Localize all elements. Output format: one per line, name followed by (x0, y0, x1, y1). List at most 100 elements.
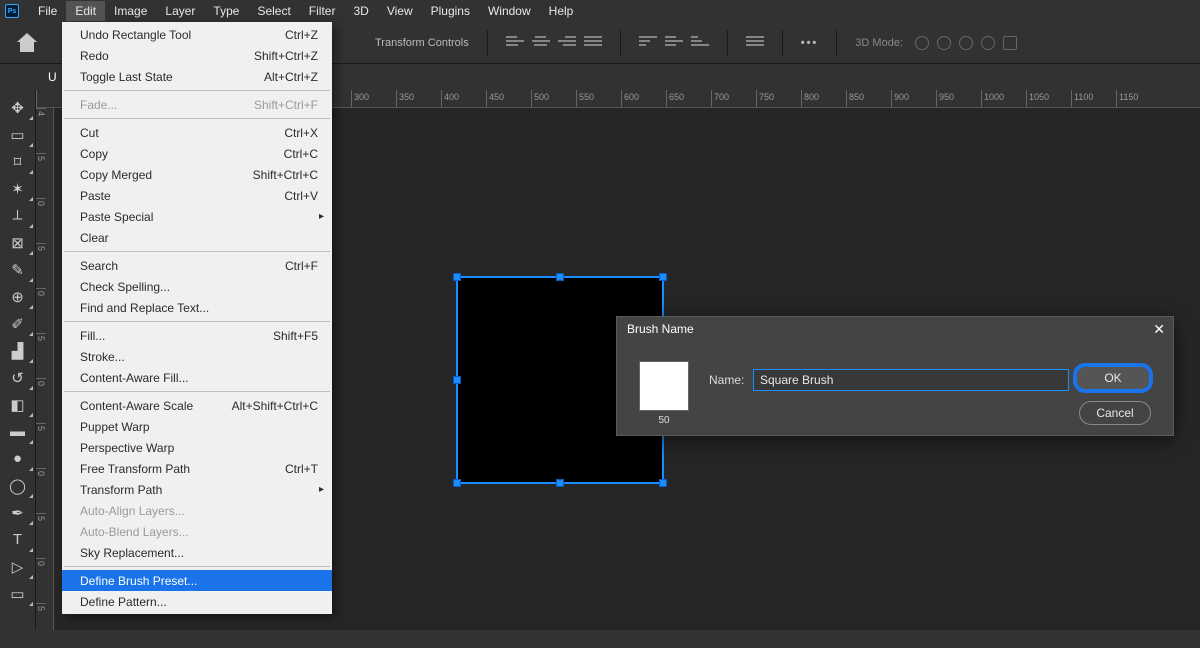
3d-orbit-icon[interactable] (915, 36, 929, 50)
3d-slide-icon[interactable] (981, 36, 995, 50)
menu-type[interactable]: Type (204, 1, 248, 21)
handle-top-middle[interactable] (556, 273, 564, 281)
menu-item-toggle-last-state[interactable]: Toggle Last StateAlt+Ctrl+Z (62, 66, 332, 87)
more-options-icon[interactable]: ••• (801, 37, 819, 49)
menu-item-shortcut: Alt+Shift+Ctrl+C (232, 399, 318, 413)
menu-item-content-aware-scale[interactable]: Content-Aware Scale Alt+Shift+Ctrl+C (62, 395, 332, 416)
rectangle-tool[interactable]: ▭ (2, 580, 34, 607)
menu-item-cut[interactable]: CutCtrl+X (62, 122, 332, 143)
move-tool[interactable]: ✥ (2, 94, 34, 121)
menu-item-auto-blend-layers: Auto-Blend Layers... (62, 521, 332, 542)
pen-tool[interactable]: ✒ (2, 499, 34, 526)
brush-name-input[interactable] (753, 369, 1069, 391)
gradient-tool[interactable]: ▬ (2, 418, 34, 445)
menu-item-paste[interactable]: PasteCtrl+V (62, 185, 332, 206)
clone-stamp-tool[interactable]: ▟ (2, 337, 34, 364)
handle-bottom-right[interactable] (659, 479, 667, 487)
handle-bottom-middle[interactable] (556, 479, 564, 487)
submenu-arrow-icon: ▸ (319, 484, 324, 495)
magic-wand-tool[interactable]: ✶ (2, 175, 34, 202)
menu-item-label: Fill... (80, 329, 105, 343)
dodge-tool[interactable]: ◯ (2, 472, 34, 499)
menu-item-undo-rectangle-tool[interactable]: Undo Rectangle ToolCtrl+Z (62, 24, 332, 45)
handle-top-right[interactable] (659, 273, 667, 281)
crop-tool[interactable]: ⟂ (2, 202, 34, 229)
menu-item-content-aware-fill[interactable]: Content-Aware Fill... (62, 367, 332, 388)
menu-item-shortcut: Ctrl+F (285, 259, 318, 273)
marquee-tool[interactable]: ▭ (2, 121, 34, 148)
align-bottom-icon[interactable] (691, 36, 709, 50)
menu-item-shortcut: Shift+Ctrl+Z (254, 49, 318, 63)
menu-help[interactable]: Help (540, 1, 583, 21)
edit-menu-dropdown: Undo Rectangle ToolCtrl+Z Redo Shift+Ctrl+… (62, 22, 332, 614)
home-icon[interactable] (18, 34, 38, 52)
menu-item-puppet-warp[interactable]: Puppet Warp (62, 416, 332, 437)
menu-item-copy[interactable]: CopyCtrl+C (62, 143, 332, 164)
align-left-icon[interactable] (506, 36, 524, 50)
menu-item-stroke[interactable]: Stroke... (62, 346, 332, 367)
distribute-v-icon[interactable] (746, 36, 764, 50)
menu-item-label: Paste Special (80, 210, 153, 224)
menu-filter[interactable]: Filter (300, 1, 345, 21)
menu-item-label: Redo (80, 49, 109, 63)
menu-item-shortcut: Ctrl+X (284, 126, 318, 140)
menu-item-label: Paste (80, 189, 111, 203)
3d-pan-icon[interactable] (959, 36, 973, 50)
menu-item-sky-replacement[interactable]: Sky Replacement... (62, 542, 332, 563)
menu-item-fade: Fade...Shift+Ctrl+F (62, 94, 332, 115)
cancel-button[interactable]: Cancel (1079, 401, 1151, 425)
align-center-h-icon[interactable] (532, 36, 550, 50)
ok-button[interactable]: OK (1073, 363, 1153, 393)
type-tool[interactable]: T (2, 526, 34, 553)
menu-item-transform-path[interactable]: Transform Path▸ (62, 479, 332, 500)
handle-bottom-left[interactable] (453, 479, 461, 487)
menu-layer[interactable]: Layer (156, 1, 204, 21)
menu-select[interactable]: Select (248, 1, 299, 21)
frame-tool[interactable]: ⊠ (2, 229, 34, 256)
menu-item-search[interactable]: SearchCtrl+F (62, 255, 332, 276)
menu-item-label: Define Brush Preset... (80, 574, 197, 588)
blur-tool[interactable]: ● (2, 445, 34, 472)
menu-item-define-pattern[interactable]: Define Pattern... (62, 591, 332, 612)
menu-item-copy-merged[interactable]: Copy MergedShift+Ctrl+C (62, 164, 332, 185)
eyedropper-tool[interactable]: ✎ (2, 256, 34, 283)
menu-item-paste-special[interactable]: Paste Special▸ (62, 206, 332, 227)
align-middle-icon[interactable] (665, 36, 683, 50)
menu-item-shortcut: Shift+Ctrl+F (254, 98, 318, 112)
menu-view[interactable]: View (378, 1, 422, 21)
menu-item-redo[interactable]: Redo Shift+Ctrl+Z (62, 45, 332, 66)
menu-item-free-transform-path[interactable]: Free Transform PathCtrl+T (62, 458, 332, 479)
path-selection-tool[interactable]: ▷ (2, 553, 34, 580)
menu-item-fill[interactable]: Fill...Shift+F5 (62, 325, 332, 346)
menu-plugins[interactable]: Plugins (422, 1, 479, 21)
brush-tool[interactable]: ✐ (2, 310, 34, 337)
healing-brush-tool[interactable]: ⊕ (2, 283, 34, 310)
menu-edit[interactable]: Edit (66, 1, 105, 21)
handle-top-left[interactable] (453, 273, 461, 281)
menu-separator (64, 321, 330, 322)
menu-3d[interactable]: 3D (344, 1, 377, 21)
menu-item-define-brush-preset[interactable]: Define Brush Preset... (62, 570, 332, 591)
handle-middle-left[interactable] (453, 376, 461, 384)
align-top-icon[interactable] (639, 36, 657, 50)
menu-item-label: Content-Aware Scale (80, 399, 193, 413)
menu-image[interactable]: Image (105, 1, 156, 21)
menu-item-find-and-replace-text[interactable]: Find and Replace Text... (62, 297, 332, 318)
eraser-tool[interactable]: ◧ (2, 391, 34, 418)
menu-item-check-spelling[interactable]: Check Spelling... (62, 276, 332, 297)
menu-item-label: Content-Aware Fill... (80, 371, 189, 385)
lasso-tool[interactable]: ⌑ (2, 148, 34, 175)
align-right-icon[interactable] (558, 36, 576, 50)
menu-item-label: Copy (80, 147, 108, 161)
3d-zoom-icon[interactable] (1003, 36, 1017, 50)
3d-roll-icon[interactable] (937, 36, 951, 50)
menubar: Ps File Edit Image Layer Type Select Fil… (0, 0, 1200, 22)
menu-item-clear[interactable]: Clear (62, 227, 332, 248)
close-icon[interactable]: ✕ (1153, 321, 1165, 338)
menu-window[interactable]: Window (479, 1, 540, 21)
distribute-icon[interactable] (584, 36, 602, 50)
dialog-titlebar[interactable]: Brush Name ✕ (617, 317, 1173, 341)
history-brush-tool[interactable]: ↺ (2, 364, 34, 391)
menu-file[interactable]: File (29, 1, 66, 21)
menu-item-perspective-warp[interactable]: Perspective Warp (62, 437, 332, 458)
